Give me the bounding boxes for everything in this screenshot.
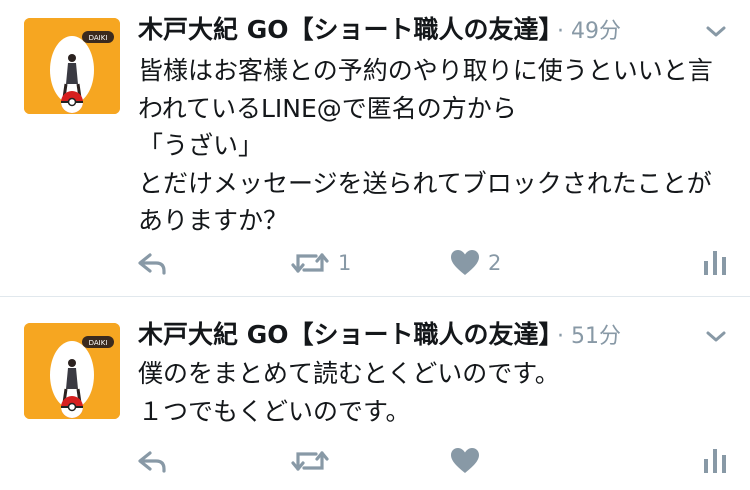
author-name[interactable]: 木戸大紀 GO【ショート職人の友達】 <box>138 15 551 44</box>
like-icon <box>450 249 480 277</box>
reply-button[interactable] <box>136 443 170 479</box>
tweet-text: 僕のをまとめて読むとくどいのです。 １つでもくどいのです。 <box>138 359 560 426</box>
retweet-button[interactable]: 1 <box>290 245 351 281</box>
tweet[interactable]: DAIKI 木戸大紀 GO【ショート職人の友達】 · 49分 皆様はお客様との予約… <box>0 0 750 296</box>
tweet-text: 皆様はお客様との予約のやり取りに使うといいと言われているLINE@で匿名の方から… <box>138 56 713 235</box>
action-bar: 1 2 <box>0 245 750 281</box>
reply-icon <box>136 249 170 277</box>
tweet[interactable]: DAIKI 木戸大紀 GO【ショート職人の友達】 · 51分 僕のをまとめて読むと… <box>0 297 750 490</box>
avatar-label: DAIKI <box>89 339 108 347</box>
tweet-header: 木戸大紀 GO【ショート職人の友達】 · 49分 <box>138 12 621 48</box>
analytics-button[interactable] <box>703 443 727 479</box>
reply-icon <box>136 447 170 475</box>
avatar-label: DAIKI <box>89 34 108 42</box>
analytics-button[interactable] <box>703 245 727 281</box>
avatar[interactable]: DAIKI <box>24 323 120 419</box>
action-bar <box>0 443 750 479</box>
timestamp[interactable]: · 49分 <box>557 19 621 44</box>
like-button[interactable]: 2 <box>450 245 501 281</box>
tweet-header: 木戸大紀 GO【ショート職人の友達】 · 51分 <box>138 317 621 353</box>
retweet-count: 1 <box>338 251 352 275</box>
like-count: 2 <box>488 251 502 275</box>
like-button[interactable] <box>450 443 488 479</box>
analytics-icon <box>703 249 727 277</box>
chevron-down-icon[interactable] <box>702 20 730 42</box>
retweet-icon <box>290 249 330 277</box>
avatar[interactable]: DAIKI <box>24 18 120 114</box>
reply-button[interactable] <box>136 245 170 281</box>
timestamp[interactable]: · 51分 <box>557 324 621 349</box>
like-icon <box>450 447 480 475</box>
chevron-down-icon[interactable] <box>702 325 730 347</box>
retweet-icon <box>290 447 330 475</box>
retweet-button[interactable] <box>290 443 338 479</box>
author-name[interactable]: 木戸大紀 GO【ショート職人の友達】 <box>138 320 551 349</box>
analytics-icon <box>703 447 727 475</box>
